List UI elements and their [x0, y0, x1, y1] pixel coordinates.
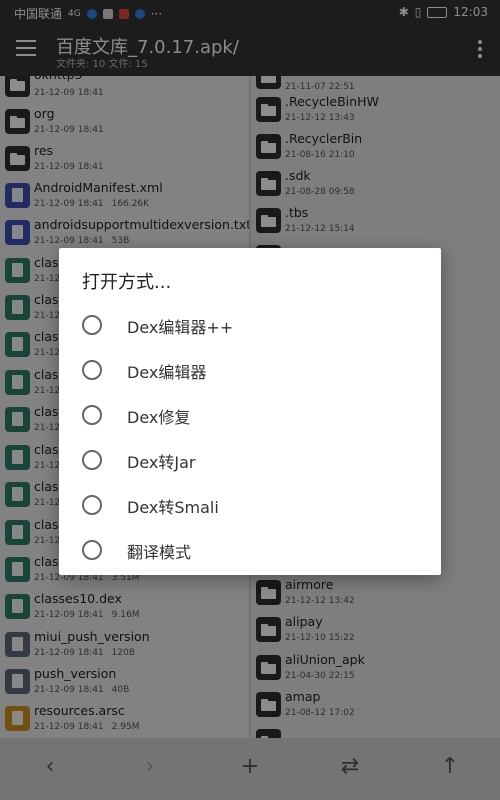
- option-label: Dex编辑器++: [127, 318, 234, 337]
- radio-icon[interactable]: [82, 360, 102, 380]
- open-with-dialog: 打开方式... Dex编辑器++ Dex编辑器 Dex修复 Dex转Jar De…: [59, 248, 441, 575]
- radio-icon[interactable]: [82, 540, 102, 560]
- option-translate-mode[interactable]: 翻译模式: [59, 528, 441, 573]
- radio-icon[interactable]: [82, 450, 102, 470]
- option-label: Dex转Smali: [127, 498, 219, 517]
- option-dex-to-smali[interactable]: Dex转Smali: [59, 483, 441, 528]
- option-dex-editor[interactable]: Dex编辑器: [59, 348, 441, 393]
- option-dex-editor-plus[interactable]: Dex编辑器++: [59, 303, 441, 348]
- option-label: Dex编辑器: [127, 363, 207, 382]
- option-label: 翻译模式: [127, 543, 192, 562]
- option-dex-repair[interactable]: Dex修复: [59, 393, 441, 438]
- radio-icon[interactable]: [82, 405, 102, 425]
- option-label: Dex转Jar: [127, 453, 196, 472]
- dialog-title: 打开方式...: [82, 272, 172, 293]
- radio-icon[interactable]: [82, 315, 102, 335]
- radio-icon[interactable]: [82, 495, 102, 515]
- option-label: Dex修复: [127, 408, 191, 427]
- option-dex-to-jar[interactable]: Dex转Jar: [59, 438, 441, 483]
